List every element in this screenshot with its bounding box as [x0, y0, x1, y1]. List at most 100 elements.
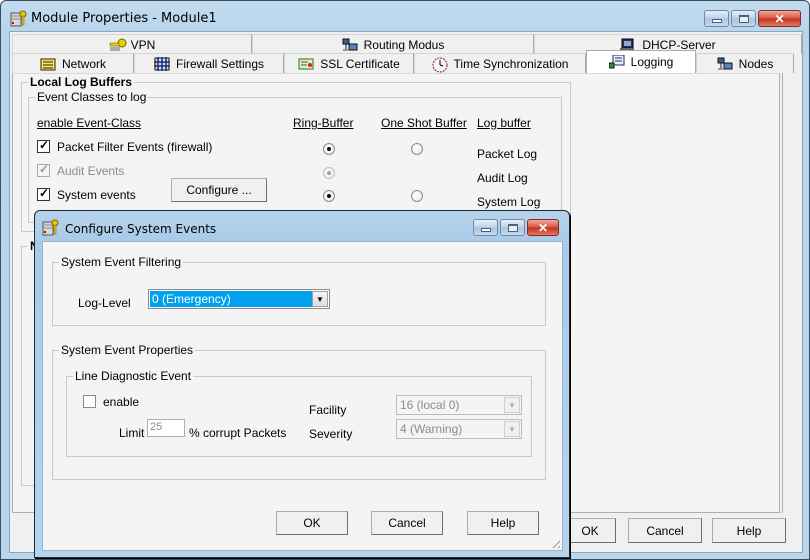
severity-dropdown[interactable]: 4 (Warning) ▼ — [396, 419, 522, 439]
nodes-icon — [717, 57, 733, 71]
group-title: Line Diagnostic Event — [73, 369, 194, 383]
tab-vpn[interactable]: VPN — [12, 34, 252, 54]
severity-label: Severity — [309, 427, 353, 441]
dialog-title-bar[interactable]: Configure System Events ✕ — [35, 211, 569, 245]
main-help-button[interactable]: Help — [712, 518, 786, 543]
group-title: System Event Filtering — [59, 255, 184, 269]
packet-filter-events-checkbox[interactable]: ✓ — [37, 138, 50, 153]
system-events-checkbox[interactable]: ✓ — [37, 186, 50, 201]
enable-line-diagnostic-checkbox[interactable] — [83, 395, 96, 408]
packet-filter-events-label: Packet Filter Events (firewall) — [57, 140, 213, 154]
limit-input[interactable]: 25 — [147, 419, 185, 437]
facility-dropdown[interactable]: 16 (local 0) ▼ — [396, 395, 522, 415]
checkmark-icon: ✓ — [39, 138, 50, 152]
system-event-properties-group: System Event Properties Line Diagnostic … — [52, 343, 546, 480]
tab-label: VPN — [130, 37, 156, 52]
tab-label: Network — [61, 56, 106, 71]
minimize-icon — [711, 19, 722, 23]
tab-firewall-settings[interactable]: Firewall Settings — [134, 53, 284, 73]
dialog-client-area: System Event Filtering Log-Level 0 (Emer… — [42, 241, 563, 551]
minimize-icon — [480, 228, 491, 232]
close-icon: ✕ — [774, 11, 785, 26]
checkmark-icon: ✓ — [39, 162, 50, 176]
tab-routing-modus[interactable]: Routing Modus — [252, 34, 534, 54]
maximize-button[interactable] — [731, 10, 756, 27]
main-cancel-button[interactable]: Cancel — [628, 518, 702, 543]
dialog-minimize-button[interactable] — [473, 219, 498, 236]
folder-network-icon — [40, 57, 56, 71]
panel-edge — [782, 73, 802, 513]
network-computers-icon — [342, 38, 358, 52]
packet-filter-ring-buffer-radio[interactable] — [323, 143, 335, 155]
configure-system-events-dialog: Configure System Events ✕ System Event F… — [34, 210, 570, 558]
line-diagnostic-event-group: Line Diagnostic Event enable Limit 25 % … — [66, 369, 532, 457]
event-classes-group: Event Classes to log enable Event-Class … — [28, 90, 562, 223]
main-ok-button[interactable]: OK — [564, 518, 616, 543]
tab-label: SSL Certificate — [320, 56, 400, 71]
system-one-shot-radio[interactable] — [411, 190, 423, 202]
chevron-down-icon[interactable]: ▼ — [312, 291, 328, 307]
limit-label: Limit — [119, 426, 145, 440]
dialog-title: Configure System Events — [65, 222, 217, 236]
close-button[interactable]: ✕ — [758, 10, 801, 27]
tab-ssl-certificate[interactable]: SSL Certificate — [284, 53, 414, 73]
log-level-label: Log-Level — [78, 296, 131, 310]
limit-suffix-label: % corrupt Packets — [189, 426, 287, 440]
column-header-one-shot-buffer: One Shot Buffer — [381, 116, 467, 130]
firewall-icon — [153, 56, 170, 71]
log-level-value: 0 (Emergency) — [150, 291, 312, 307]
tab-label: Nodes — [738, 56, 774, 71]
facility-value: 16 (local 0) — [400, 398, 460, 412]
audit-ring-buffer-radio[interactable] — [323, 167, 335, 179]
tab-label: Time Synchronization — [453, 56, 569, 71]
tab-network[interactable]: Network — [12, 53, 134, 73]
logging-icon — [608, 54, 625, 69]
tab-time-synchronization[interactable]: Time Synchronization — [414, 53, 586, 73]
server-key-icon — [42, 219, 60, 236]
severity-value: 4 (Warning) — [400, 422, 463, 436]
configure-button[interactable]: Configure ... — [171, 178, 267, 202]
close-icon: ✕ — [537, 220, 549, 235]
window-title: Module Properties - Module1 — [31, 11, 217, 26]
key-icon — [109, 38, 127, 52]
tab-label: Logging — [630, 55, 674, 69]
log-level-dropdown[interactable]: 0 (Emergency) ▼ — [148, 289, 330, 309]
packet-filter-one-shot-radio[interactable] — [411, 143, 423, 155]
system-ring-buffer-radio[interactable] — [323, 190, 335, 202]
title-bar[interactable]: Module Properties - Module1 ✕ — [1, 1, 809, 35]
system-log-label: System Log — [477, 195, 541, 209]
chevron-down-icon[interactable]: ▼ — [504, 421, 520, 437]
dialog-help-button[interactable]: Help — [467, 511, 539, 535]
server-key-icon — [10, 10, 28, 27]
audit-events-label: Audit Events — [57, 164, 125, 178]
group-title: Local Log Buffers — [28, 75, 135, 89]
tab-label: Routing Modus — [363, 37, 445, 52]
group-title: Event Classes to log — [35, 90, 149, 104]
tab-nodes[interactable]: Nodes — [696, 53, 794, 73]
checkmark-icon: ✓ — [39, 186, 50, 200]
dialog-maximize-button[interactable] — [500, 219, 525, 236]
maximize-icon — [738, 14, 749, 23]
maximize-icon — [507, 223, 518, 232]
column-header-log-buffer: Log buffer — [477, 116, 531, 130]
tab-logging[interactable]: Logging — [586, 50, 696, 73]
tab-label: Firewall Settings — [175, 56, 265, 71]
resize-grip-icon[interactable] — [549, 537, 560, 548]
tab-row-front: Network Firewall Settings SSL Certificat… — [12, 50, 794, 73]
dialog-ok-button[interactable]: OK — [276, 511, 348, 535]
system-events-label: System events — [57, 188, 136, 202]
facility-label: Facility — [309, 403, 347, 417]
column-header-enable: enable Event-Class — [37, 116, 142, 130]
minimize-button[interactable] — [704, 10, 729, 27]
dialog-cancel-button[interactable]: Cancel — [371, 511, 443, 535]
dialog-close-button[interactable]: ✕ — [527, 219, 559, 236]
clock-icon — [432, 57, 448, 72]
system-event-filtering-group: System Event Filtering Log-Level 0 (Emer… — [52, 255, 546, 326]
chevron-down-icon[interactable]: ▼ — [504, 397, 520, 413]
certificate-icon — [298, 57, 314, 71]
group-title: System Event Properties — [59, 343, 196, 357]
enable-label: enable — [103, 395, 140, 409]
audit-log-label: Audit Log — [477, 171, 528, 185]
audit-events-checkbox[interactable]: ✓ — [37, 162, 50, 177]
packet-log-label: Packet Log — [477, 147, 538, 161]
